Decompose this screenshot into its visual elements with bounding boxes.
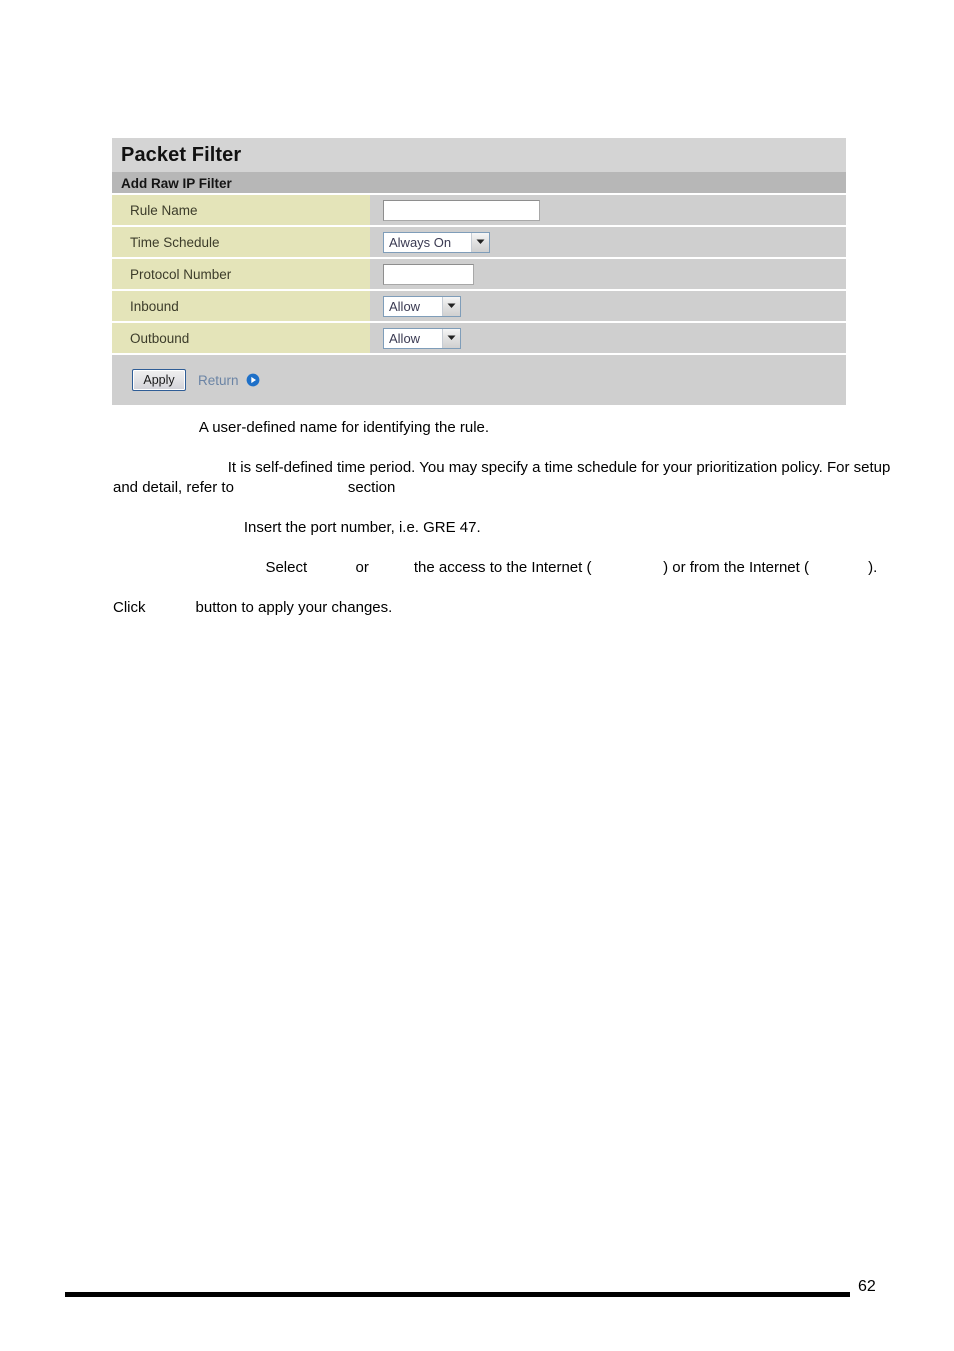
time-schedule-selected-value: Always On: [389, 234, 452, 250]
return-link[interactable]: Return: [198, 373, 260, 388]
panel-action-bar: Apply Return: [112, 355, 846, 405]
time-schedule-label: Time Schedule: [112, 227, 370, 257]
rule-name-value-cell: [380, 195, 846, 225]
paragraph-protocol-number: Protocol Number: Insert the port number,…: [113, 518, 903, 538]
inbound-select[interactable]: Allow: [383, 295, 461, 317]
row-spacer: [370, 227, 380, 257]
paragraph-io-text6: ).: [868, 559, 878, 576]
protocol-number-input[interactable]: [383, 263, 474, 285]
page-number: 62: [858, 1278, 876, 1295]
inbound-value-cell: Allow: [380, 291, 846, 321]
paragraph-time-schedule: Time Schedule: It is self-defined time p…: [113, 458, 903, 498]
time-schedule-select[interactable]: Always On: [383, 231, 490, 253]
paragraph-io-text5: ) or from the Internet (: [663, 559, 809, 576]
outbound-value-cell: Allow: [380, 323, 846, 353]
protocol-number-value-cell: [380, 259, 846, 289]
paragraph-rule-name: Rule Name: A user-defined name for ident…: [113, 418, 903, 438]
row-spacer: [370, 323, 380, 353]
row-spacer: [370, 291, 380, 321]
paragraph-rule-name-text: A user-defined name for identifying the …: [198, 419, 490, 436]
paragraph-io-text: Select: [265, 559, 312, 576]
form-row-inbound: Inbound Allow: [112, 291, 846, 323]
inbound-selected-value: Allow: [389, 298, 421, 314]
chevron-down-icon: [471, 232, 489, 252]
paragraph-apply-text: Click: [113, 599, 150, 616]
return-link-label: Return: [198, 372, 239, 388]
chevron-down-icon: [442, 328, 460, 348]
panel-title: Packet Filter: [112, 138, 846, 172]
paragraph-time-schedule-text: It is self-defined time period. You may …: [113, 459, 891, 496]
apply-button[interactable]: Apply: [132, 369, 186, 391]
panel-subtitle: Add Raw IP Filter: [112, 172, 846, 195]
body-copy: Rule Name: A user-defined name for ident…: [113, 418, 903, 618]
packet-filter-panel: Packet Filter Add Raw IP Filter Rule Nam…: [112, 138, 846, 405]
outbound-label: Outbound: [112, 323, 370, 353]
outbound-select[interactable]: Allow: [383, 327, 461, 349]
row-spacer: [370, 195, 380, 225]
rule-name-input[interactable]: [383, 199, 540, 221]
paragraph-io-text4: the access to the Internet (: [409, 559, 592, 576]
form-row-protocol-number: Protocol Number: [112, 259, 846, 291]
paragraph-protocol-number-text: Insert the port number, i.e. GRE 47.: [243, 519, 481, 536]
outbound-selected-value: Allow: [389, 330, 421, 346]
paragraph-apply: Click Apply button to apply your changes…: [113, 598, 903, 618]
paragraph-inbound-outbound: Inbound / Outbound: Select Allow or Deny…: [113, 558, 903, 578]
paragraph-apply-text2: button to apply your changes.: [191, 599, 393, 616]
time-schedule-value-cell: Always On: [380, 227, 846, 257]
row-spacer: [370, 259, 380, 289]
protocol-number-label: Protocol Number: [112, 259, 370, 289]
form-row-outbound: Outbound Allow: [112, 323, 846, 355]
footer-divider: [65, 1292, 850, 1297]
inbound-label: Inbound: [112, 291, 370, 321]
play-circle-icon: [246, 373, 260, 387]
rule-name-label: Rule Name: [112, 195, 370, 225]
form-row-time-schedule: Time Schedule Always On: [112, 227, 846, 259]
paragraph-io-text3: or: [351, 559, 373, 576]
paragraph-time-schedule-text2: section: [343, 479, 396, 496]
chevron-down-icon: [442, 296, 460, 316]
form-row-rule-name: Rule Name: [112, 195, 846, 227]
